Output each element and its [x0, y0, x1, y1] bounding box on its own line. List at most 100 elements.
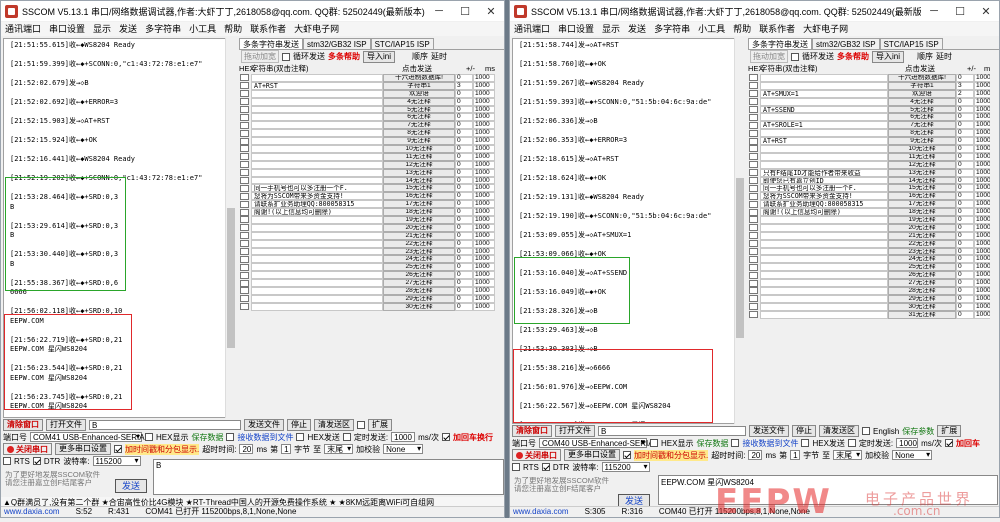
- row-send-button[interactable]: 8无注释: [888, 129, 956, 138]
- row-hex-checkbox[interactable]: [749, 279, 758, 287]
- row-hex-checkbox[interactable]: [240, 137, 249, 145]
- menu-item[interactable]: 多字符串: [650, 22, 694, 36]
- row-string-input[interactable]: [251, 152, 383, 161]
- row-hex-checkbox[interactable]: [240, 145, 249, 153]
- expand-button[interactable]: 扩展: [937, 425, 962, 437]
- row-string-input[interactable]: 请联系扩业务助理QQ:800058315: [760, 200, 888, 209]
- menu-item[interactable]: 大虾电子网: [799, 22, 852, 36]
- close-icon[interactable]: ✕: [478, 5, 504, 18]
- row-order-input[interactable]: 0: [455, 129, 473, 138]
- row-order-input[interactable]: 0: [956, 121, 974, 130]
- baud-select[interactable]: 115200: [92, 456, 141, 466]
- row-delay-input[interactable]: 1000: [473, 89, 495, 98]
- close-icon[interactable]: ✕: [973, 5, 999, 18]
- menu-item[interactable]: 发送: [115, 22, 141, 36]
- row-order-input[interactable]: 0: [956, 208, 974, 217]
- menu-item[interactable]: 帮助: [729, 22, 755, 36]
- clear-send-button[interactable]: 清发送区: [819, 425, 859, 437]
- minimize-icon[interactable]: ─: [921, 5, 947, 18]
- row-order-input[interactable]: 0: [956, 137, 974, 146]
- row-string-input[interactable]: [760, 216, 888, 224]
- row-string-input[interactable]: [251, 129, 383, 138]
- row-hex-checkbox[interactable]: [240, 295, 249, 303]
- row-hex-checkbox[interactable]: [240, 200, 249, 208]
- row-string-input[interactable]: [760, 74, 888, 82]
- row-string-input[interactable]: AT+SSEND: [760, 105, 888, 114]
- row-order-input[interactable]: 0: [956, 129, 974, 138]
- row-string-input[interactable]: [251, 302, 383, 311]
- row-string-input[interactable]: [251, 97, 383, 106]
- menu-item[interactable]: 显示: [598, 22, 624, 36]
- row-hex-checkbox[interactable]: [749, 208, 758, 216]
- stop-button[interactable]: 停止: [792, 425, 816, 437]
- row-order-input[interactable]: 0: [956, 263, 974, 272]
- row-delay-input[interactable]: 1000: [473, 279, 495, 288]
- stop-button[interactable]: 停止: [287, 419, 311, 431]
- row-string-input[interactable]: [760, 255, 888, 264]
- row-delay-input[interactable]: 1000: [473, 97, 495, 106]
- row-send-button[interactable]: 11无注释: [888, 152, 956, 161]
- rts-checkbox[interactable]: [3, 457, 11, 465]
- row-string-input[interactable]: 阁谢!(以上信息均可删除): [251, 208, 383, 217]
- row-order-input[interactable]: 0: [956, 223, 974, 232]
- row-hex-checkbox[interactable]: [749, 184, 758, 192]
- maximize-icon[interactable]: ☐: [452, 5, 478, 18]
- row-send-button[interactable]: 15无注释: [888, 184, 956, 193]
- row-hex-checkbox[interactable]: [240, 121, 249, 129]
- row-order-input[interactable]: 0: [455, 231, 473, 240]
- send-text-area[interactable]: B: [153, 459, 504, 495]
- tail-select[interactable]: 末尾: [324, 444, 354, 454]
- send-file-button[interactable]: 发送文件: [244, 419, 284, 431]
- menu-item[interactable]: 串口设置: [45, 22, 89, 36]
- dtr-checkbox[interactable]: [32, 457, 41, 465]
- menu-item[interactable]: 联系作者: [755, 22, 799, 36]
- maximize-icon[interactable]: ☐: [947, 5, 973, 18]
- row-string-input[interactable]: AT+SMUX=1: [760, 89, 888, 98]
- row-hex-checkbox[interactable]: [240, 129, 249, 137]
- row-hex-checkbox[interactable]: [749, 216, 758, 224]
- period-input[interactable]: 1000: [391, 432, 416, 442]
- row-send-button[interactable]: 欢迎语: [888, 89, 956, 98]
- tab-stc-isp[interactable]: STC/IAP15 ISP: [370, 38, 434, 49]
- row-string-input[interactable]: [251, 121, 383, 130]
- row-send-button[interactable]: 4无注释: [383, 97, 455, 106]
- row-string-input[interactable]: 同一手机号也可以多注册一个F.: [760, 184, 888, 193]
- import-ini-button[interactable]: 导入ini: [363, 50, 396, 63]
- row-send-button[interactable]: 20无注释: [888, 223, 956, 232]
- menu-item[interactable]: 串口设置: [554, 22, 598, 36]
- row-hex-checkbox[interactable]: [240, 98, 249, 106]
- menu-item[interactable]: 小工具: [185, 22, 220, 36]
- row-hex-checkbox[interactable]: [749, 177, 758, 185]
- row-send-button[interactable]: 30无注释: [383, 302, 455, 311]
- row-send-button[interactable]: 7无注释: [383, 121, 455, 130]
- row-string-input[interactable]: [251, 247, 383, 256]
- clear-window-button[interactable]: 清除窗口: [512, 425, 552, 437]
- row-order-input[interactable]: 0: [956, 105, 974, 114]
- row-string-input[interactable]: [251, 287, 383, 295]
- tab-stm32-isp[interactable]: stm32/GB32 ISP: [812, 38, 880, 49]
- menu-item[interactable]: 通讯端口: [1, 22, 45, 36]
- row-order-input[interactable]: 0: [956, 310, 974, 319]
- row-send-button[interactable]: 10无注释: [888, 145, 956, 153]
- row-string-input[interactable]: [760, 302, 888, 311]
- row-delay-input[interactable]: 1000: [473, 208, 495, 217]
- hex-send-checkbox[interactable]: [801, 439, 810, 447]
- row-string-input[interactable]: [760, 239, 888, 248]
- row-order-input[interactable]: 0: [455, 176, 473, 185]
- row-delay-input[interactable]: 1000: [473, 239, 495, 248]
- row-order-input[interactable]: 0: [956, 168, 974, 177]
- row-hex-checkbox[interactable]: [240, 240, 249, 248]
- period-input[interactable]: 1000: [896, 438, 919, 448]
- row-delay-input[interactable]: 1000: [473, 137, 495, 146]
- row-string-input[interactable]: 请联系扩业务助理QQ:800058315: [251, 200, 383, 209]
- row-string-input[interactable]: [251, 255, 383, 264]
- row-string-input[interactable]: 您将为SSCOM带来多资金支持!: [760, 192, 888, 201]
- row-string-input[interactable]: AT+RST: [251, 81, 383, 90]
- row-send-button[interactable]: 13无注释: [383, 168, 455, 177]
- row-order-input[interactable]: 0: [455, 247, 473, 256]
- row-string-input[interactable]: 阁谢!(以上信息均可删除): [760, 208, 888, 217]
- row-send-button[interactable]: 5无注释: [383, 105, 455, 114]
- row-send-button[interactable]: 17无注释: [888, 200, 956, 209]
- add-crlf-checkbox[interactable]: [945, 439, 954, 447]
- row-string-input[interactable]: [251, 168, 383, 177]
